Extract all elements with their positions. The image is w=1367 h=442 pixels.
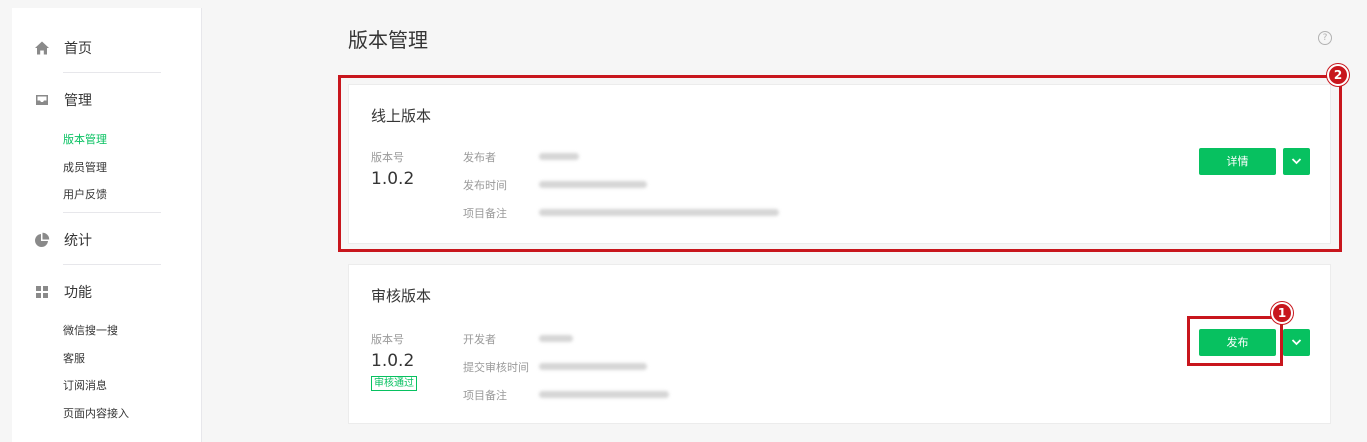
annotation-number-1: 1 bbox=[1271, 302, 1293, 324]
sidebar-item-wechat-search[interactable]: 微信搜一搜 bbox=[63, 322, 118, 338]
sidebar-item-stats[interactable]: 统计 bbox=[34, 228, 92, 252]
page-title: 版本管理 bbox=[348, 28, 428, 52]
home-icon bbox=[34, 40, 50, 56]
question-icon[interactable]: ? bbox=[1318, 31, 1332, 45]
grid-icon bbox=[34, 284, 50, 300]
status-badge: 审核通过 bbox=[371, 376, 417, 391]
sidebar-item-version-manage[interactable]: 版本管理 bbox=[63, 131, 107, 147]
developer-label: 开发者 bbox=[463, 333, 496, 346]
project-note-value-redacted bbox=[539, 391, 669, 398]
sidebar-item-user-feedback[interactable]: 用户反馈 bbox=[63, 186, 107, 202]
sidebar-item-label: 首页 bbox=[64, 41, 92, 57]
sidebar-item-features[interactable]: 功能 bbox=[34, 280, 92, 304]
sidebar-item-manage[interactable]: 管理 bbox=[34, 88, 92, 112]
review-version-title: 审核版本 bbox=[371, 287, 432, 305]
divider bbox=[63, 72, 161, 73]
sidebar-item-label: 统计 bbox=[64, 233, 92, 249]
sidebar-item-member-manage[interactable]: 成员管理 bbox=[63, 159, 107, 175]
sidebar-item-page-content[interactable]: 页面内容接入 bbox=[63, 405, 129, 421]
tray-icon bbox=[34, 92, 50, 108]
annotation-number-2: 2 bbox=[1327, 64, 1349, 86]
review-version-card: 审核版本 版本号 1.0.2 审核通过 开发者 提交审核时间 项目备注 发布 bbox=[348, 264, 1331, 424]
chevron-down-icon bbox=[1291, 339, 1302, 346]
project-note-label: 项目备注 bbox=[463, 389, 507, 402]
pie-chart-icon bbox=[34, 232, 50, 248]
version-label: 版本号 bbox=[371, 333, 404, 346]
divider bbox=[63, 264, 161, 265]
sidebar-item-customer-service[interactable]: 客服 bbox=[63, 350, 85, 366]
highlight-box-publish bbox=[1187, 316, 1283, 366]
submit-review-time-label: 提交审核时间 bbox=[463, 361, 529, 374]
sidebar-item-subscribe-message[interactable]: 订阅消息 bbox=[63, 377, 107, 393]
submit-time-value-redacted bbox=[539, 363, 647, 370]
version-number: 1.0.2 bbox=[371, 351, 415, 371]
publish-more-button[interactable] bbox=[1283, 329, 1310, 356]
sidebar-item-label: 管理 bbox=[64, 93, 92, 109]
sidebar-item-label: 功能 bbox=[64, 285, 92, 301]
developer-value-redacted bbox=[539, 335, 573, 342]
divider bbox=[63, 212, 161, 213]
sidebar-item-home[interactable]: 首页 bbox=[34, 36, 92, 60]
sidebar: 首页 管理 版本管理 成员管理 用户反馈 统计 功能 微信搜一搜 客服 订阅消息… bbox=[12, 8, 202, 442]
highlight-box-online-version bbox=[338, 75, 1342, 252]
